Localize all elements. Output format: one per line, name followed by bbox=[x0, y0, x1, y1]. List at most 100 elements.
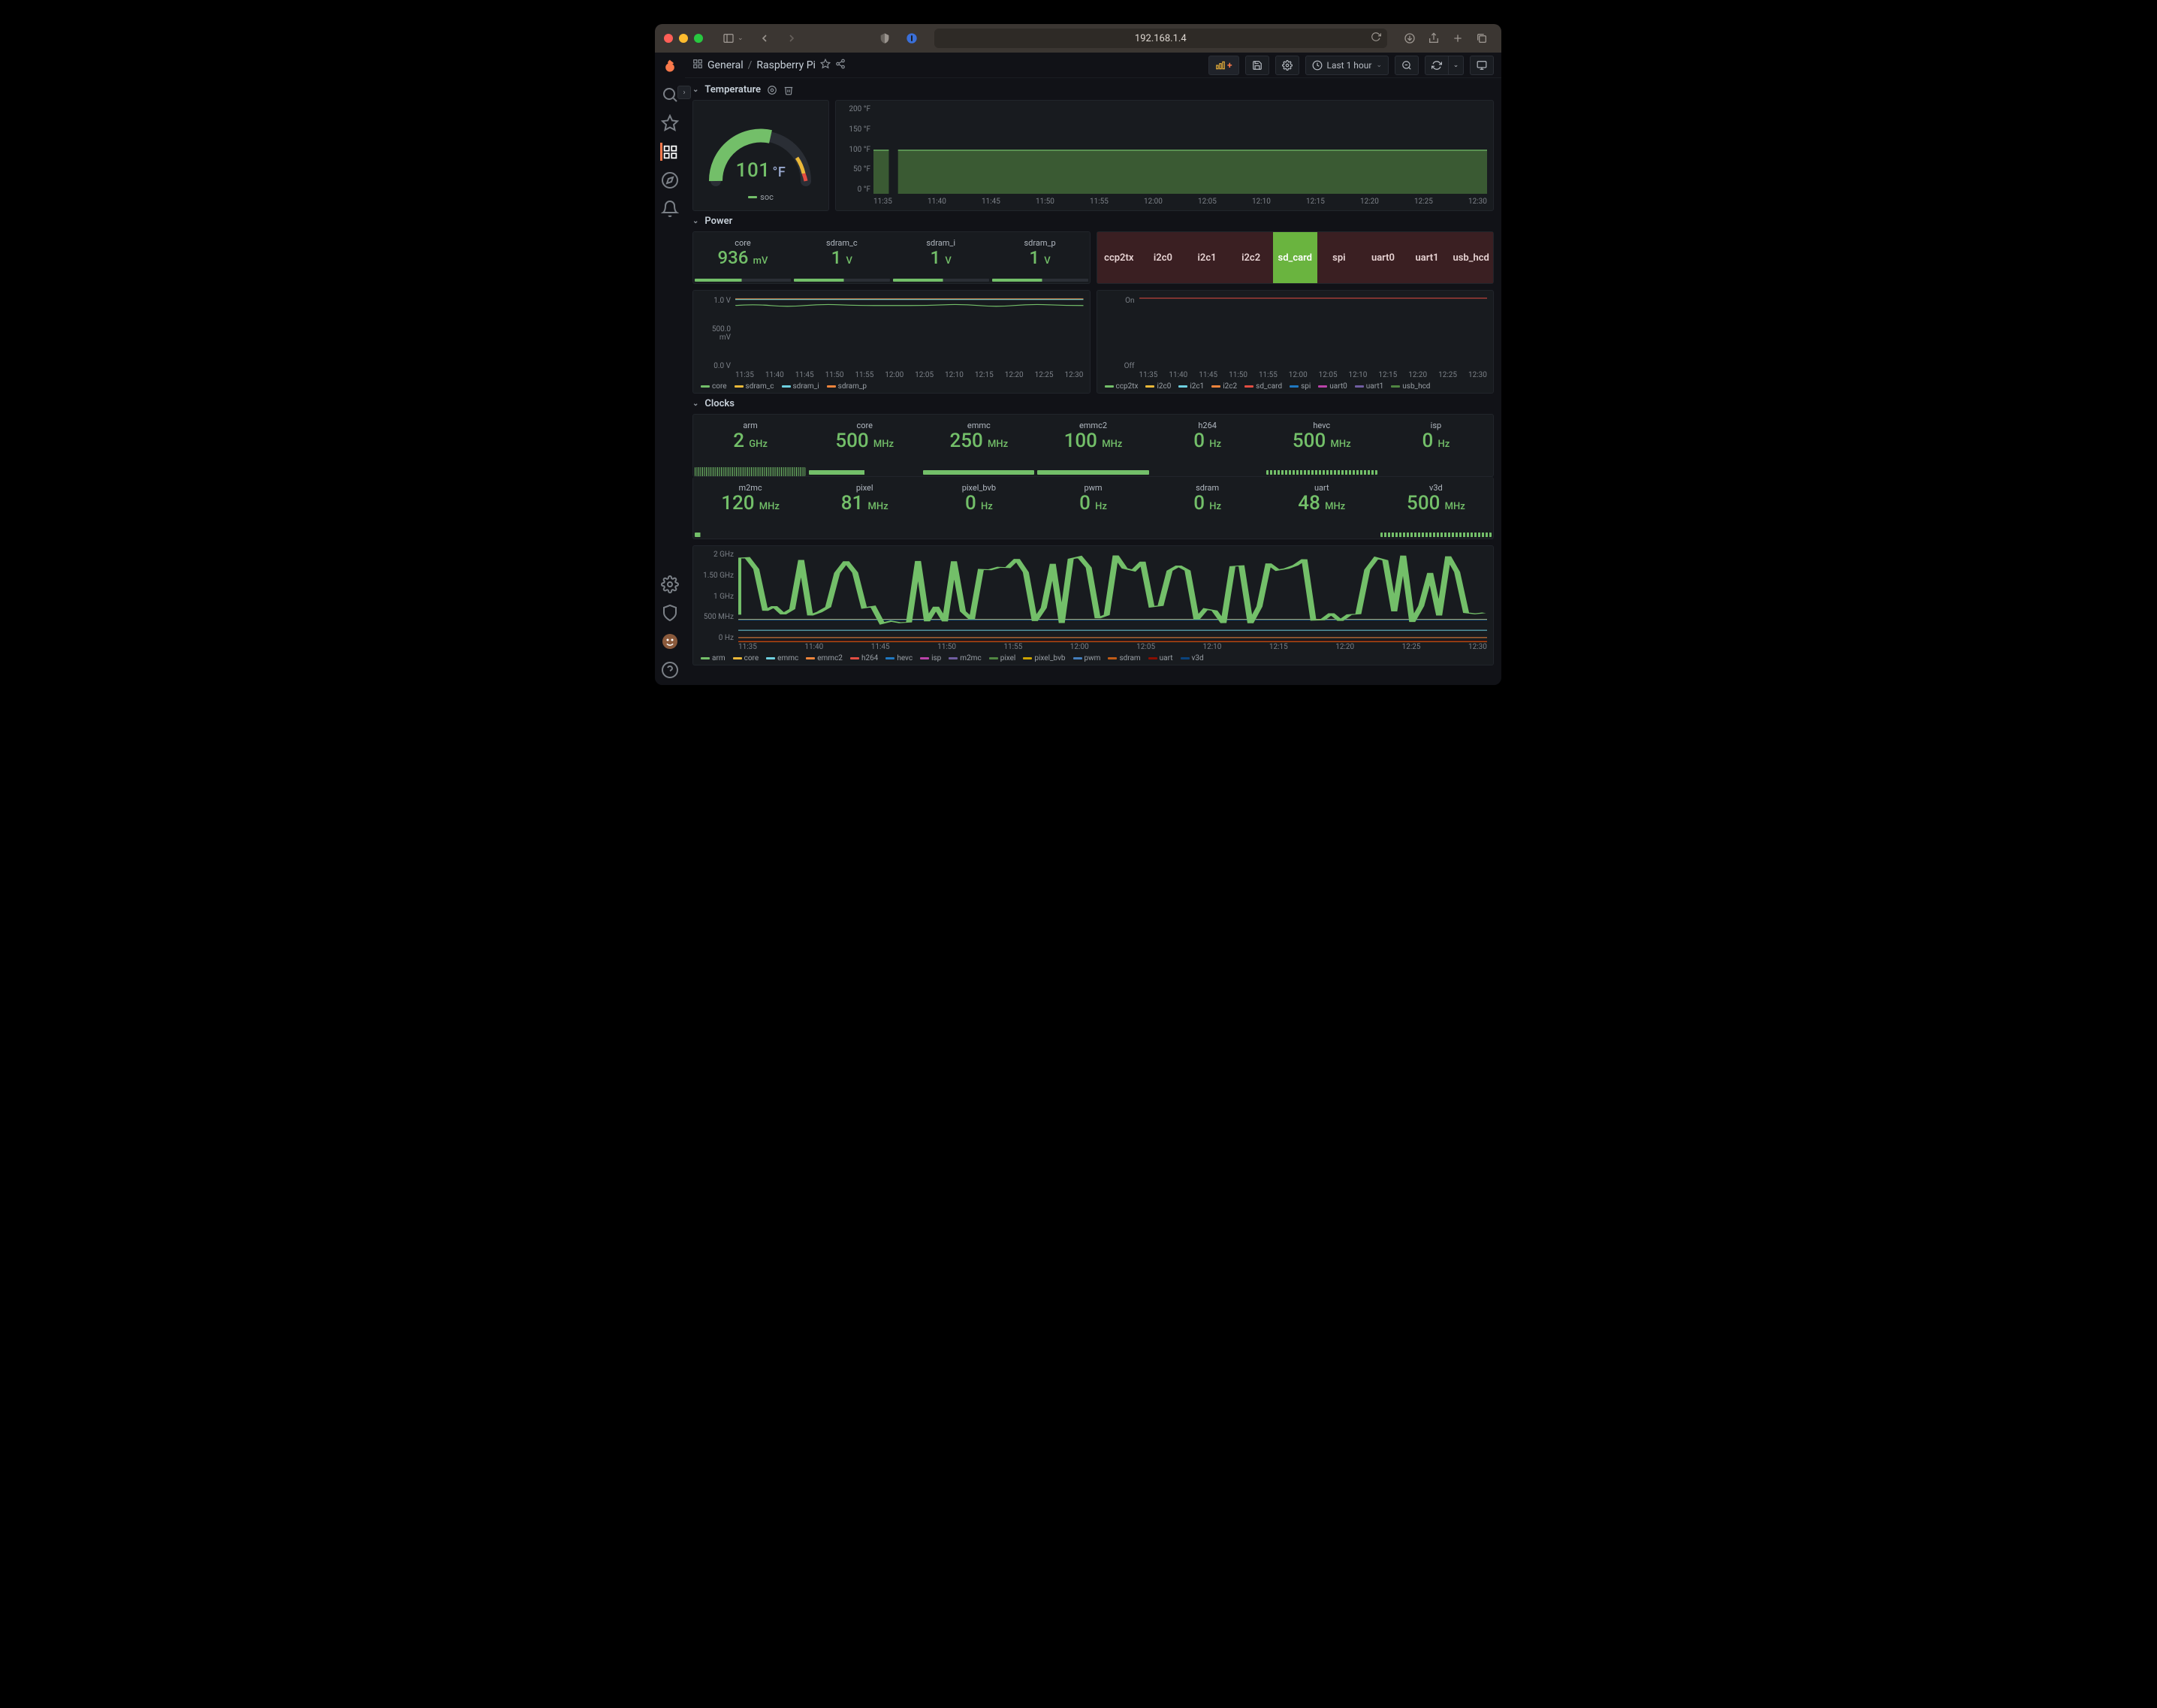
clock-pixel_bvb: pixel_bvb0 Hz bbox=[922, 477, 1036, 539]
breadcrumb-sep: / bbox=[748, 59, 753, 71]
clock-emmc: emmc250 MHz bbox=[922, 415, 1036, 476]
row-header-clocks[interactable]: ⌄ Clocks bbox=[692, 394, 1494, 414]
refresh-interval-picker[interactable]: ⌄ bbox=[1449, 56, 1464, 75]
stat-sdram_c: sdram_c1 V bbox=[792, 232, 891, 283]
server-admin-icon[interactable] bbox=[661, 604, 679, 622]
row-delete-icon[interactable] bbox=[783, 85, 794, 95]
extension-1password-icon[interactable] bbox=[901, 29, 922, 47]
configuration-icon[interactable] bbox=[661, 575, 679, 593]
explore-icon[interactable] bbox=[661, 171, 679, 189]
row-title: Temperature bbox=[704, 84, 761, 95]
dashboard-settings-button[interactable] bbox=[1275, 56, 1299, 75]
row-header-temperature[interactable]: ⌄ Temperature bbox=[692, 80, 1494, 100]
throttle-i2c2: i2c2 bbox=[1229, 232, 1273, 283]
panel-temperature-timeseries[interactable]: 200 °F150 °F100 °F50 °F0 °F 11:3511:4011… bbox=[835, 100, 1494, 211]
tabs-overview-button[interactable] bbox=[1471, 29, 1492, 47]
clock-h264: h2640 Hz bbox=[1151, 415, 1265, 476]
star-icon[interactable] bbox=[661, 114, 679, 132]
breadcrumb-page[interactable]: Raspberry Pi bbox=[756, 59, 816, 71]
panel-temperature-gauge[interactable]: 101°F soc bbox=[692, 100, 829, 211]
caret-down-icon: ⌄ bbox=[692, 217, 698, 225]
caret-down-icon: ⌄ bbox=[692, 400, 698, 408]
grafana-app: › General / Raspberry Pi + bbox=[655, 53, 1501, 685]
row-title: Clocks bbox=[704, 398, 735, 409]
search-icon[interactable] bbox=[661, 86, 679, 104]
kiosk-mode-button[interactable] bbox=[1470, 56, 1494, 75]
dashboard-content: ⌄ Temperature bbox=[685, 78, 1501, 685]
alerting-icon[interactable] bbox=[661, 200, 679, 218]
row-header-power[interactable]: ⌄ Power bbox=[692, 211, 1494, 231]
clock-uart: uart48 MHz bbox=[1265, 477, 1379, 539]
throttle-i2c0: i2c0 bbox=[1141, 232, 1185, 283]
stat-sdram_i: sdram_i1 V bbox=[891, 232, 991, 283]
clock-pwm: pwm0 Hz bbox=[1036, 477, 1150, 539]
grafana-main: General / Raspberry Pi + Last 1 hour⌄ ⌄ bbox=[685, 53, 1501, 685]
save-dashboard-button[interactable] bbox=[1245, 56, 1269, 75]
reload-icon[interactable] bbox=[1371, 32, 1381, 45]
throttle-uart0: uart0 bbox=[1361, 232, 1405, 283]
grafana-logo-icon[interactable] bbox=[661, 57, 679, 75]
panel-clocks-stats[interactable]: arm2 GHzcore500 MHzemmc250 MHzemmc2100 M… bbox=[692, 414, 1494, 477]
share-dashboard-icon[interactable] bbox=[835, 59, 846, 72]
downloads-button[interactable] bbox=[1399, 29, 1420, 47]
star-dashboard-icon[interactable] bbox=[820, 59, 831, 72]
minimize-window-button[interactable] bbox=[679, 34, 688, 43]
throttle-ccp2tx: ccp2tx bbox=[1097, 232, 1142, 283]
url-text: 192.168.1.4 bbox=[1135, 33, 1187, 44]
dashboards-icon[interactable] bbox=[660, 143, 678, 161]
close-window-button[interactable] bbox=[664, 34, 673, 43]
url-bar[interactable]: 192.168.1.4 bbox=[934, 29, 1387, 48]
breadcrumb-root[interactable]: General bbox=[707, 59, 744, 71]
gauge-unit: °F bbox=[773, 164, 786, 180]
clock-m2mc: m2mc120 MHz bbox=[693, 477, 807, 539]
throttle-uart1: uart1 bbox=[1405, 232, 1450, 283]
panel-grid-icon bbox=[692, 59, 703, 72]
clock-v3d: v3d500 MHz bbox=[1379, 477, 1493, 539]
clock-hevc: hevc500 MHz bbox=[1265, 415, 1379, 476]
panel-clocks-timeseries[interactable]: 2 GHz1.50 GHz1 GHz500 MHz0 Hz bbox=[692, 545, 1494, 665]
stat-sdram_p: sdram_p1 V bbox=[991, 232, 1090, 283]
panel-state-timeseries[interactable]: OnOff 11:3511:4011:4511:5011:5512:0012:0… bbox=[1097, 290, 1495, 394]
maximize-window-button[interactable] bbox=[694, 34, 703, 43]
gauge-value: 101 bbox=[736, 159, 771, 182]
dashboard-toolbar: General / Raspberry Pi + Last 1 hour⌄ ⌄ bbox=[685, 53, 1501, 78]
panel-voltage-timeseries[interactable]: 1.0 V500.0 mV0.0 V 11:3511:4011:4511:501… bbox=[692, 290, 1091, 394]
grafana-sidebar: › bbox=[655, 53, 685, 685]
gauge-legend: soc bbox=[748, 192, 774, 202]
panel-power-stats[interactable]: core936 mVsdram_c1 Vsdram_i1 Vsdram_p1 V bbox=[692, 231, 1091, 284]
throttle-sd_card: sd_card bbox=[1273, 232, 1317, 283]
clock-core: core500 MHz bbox=[807, 415, 922, 476]
sidebar-toggle-button[interactable] bbox=[718, 29, 739, 47]
window-controls bbox=[664, 34, 703, 43]
nav-back-button[interactable] bbox=[754, 29, 775, 47]
refresh-button[interactable] bbox=[1425, 56, 1449, 75]
time-range-label: Last 1 hour bbox=[1327, 60, 1372, 71]
clock-emmc2: emmc2100 MHz bbox=[1036, 415, 1150, 476]
privacy-shield-icon[interactable] bbox=[874, 29, 895, 47]
zoom-out-button[interactable] bbox=[1395, 56, 1419, 75]
throttle-usb_hcd: usb_hcd bbox=[1449, 232, 1493, 283]
caret-down-icon: ⌄ bbox=[692, 86, 698, 94]
panel-clocks-stats-2[interactable]: m2mc120 MHzpixel81 MHzpixel_bvb0 Hzpwm0 … bbox=[692, 477, 1494, 539]
row-settings-icon[interactable] bbox=[767, 85, 777, 95]
sidebar-expand-button[interactable]: › bbox=[677, 86, 691, 99]
throttle-spi: spi bbox=[1317, 232, 1362, 283]
breadcrumb: General / Raspberry Pi bbox=[692, 59, 846, 72]
clock-isp: isp0 Hz bbox=[1379, 415, 1493, 476]
add-panel-button[interactable]: + bbox=[1208, 56, 1239, 75]
throttle-i2c1: i2c1 bbox=[1185, 232, 1229, 283]
help-icon[interactable] bbox=[661, 661, 679, 679]
user-avatar-icon[interactable] bbox=[661, 632, 679, 650]
nav-forward-button[interactable] bbox=[781, 29, 802, 47]
row-title: Power bbox=[704, 216, 732, 227]
time-range-picker[interactable]: Last 1 hour⌄ bbox=[1305, 56, 1389, 75]
clock-arm: arm2 GHz bbox=[693, 415, 807, 476]
sidebar-menu-chevron-icon[interactable]: ⌄ bbox=[738, 35, 744, 42]
browser-window: ⌄ 192.168.1.4 bbox=[655, 24, 1501, 685]
clock-pixel: pixel81 MHz bbox=[807, 477, 922, 539]
share-button[interactable] bbox=[1423, 29, 1444, 47]
panel-throttle-status[interactable]: ccp2txi2c0i2c1i2c2sd_cardspiuart0uart1us… bbox=[1097, 231, 1495, 284]
browser-titlebar: ⌄ 192.168.1.4 bbox=[655, 24, 1501, 53]
clock-sdram: sdram0 Hz bbox=[1151, 477, 1265, 539]
new-tab-button[interactable] bbox=[1447, 29, 1468, 47]
